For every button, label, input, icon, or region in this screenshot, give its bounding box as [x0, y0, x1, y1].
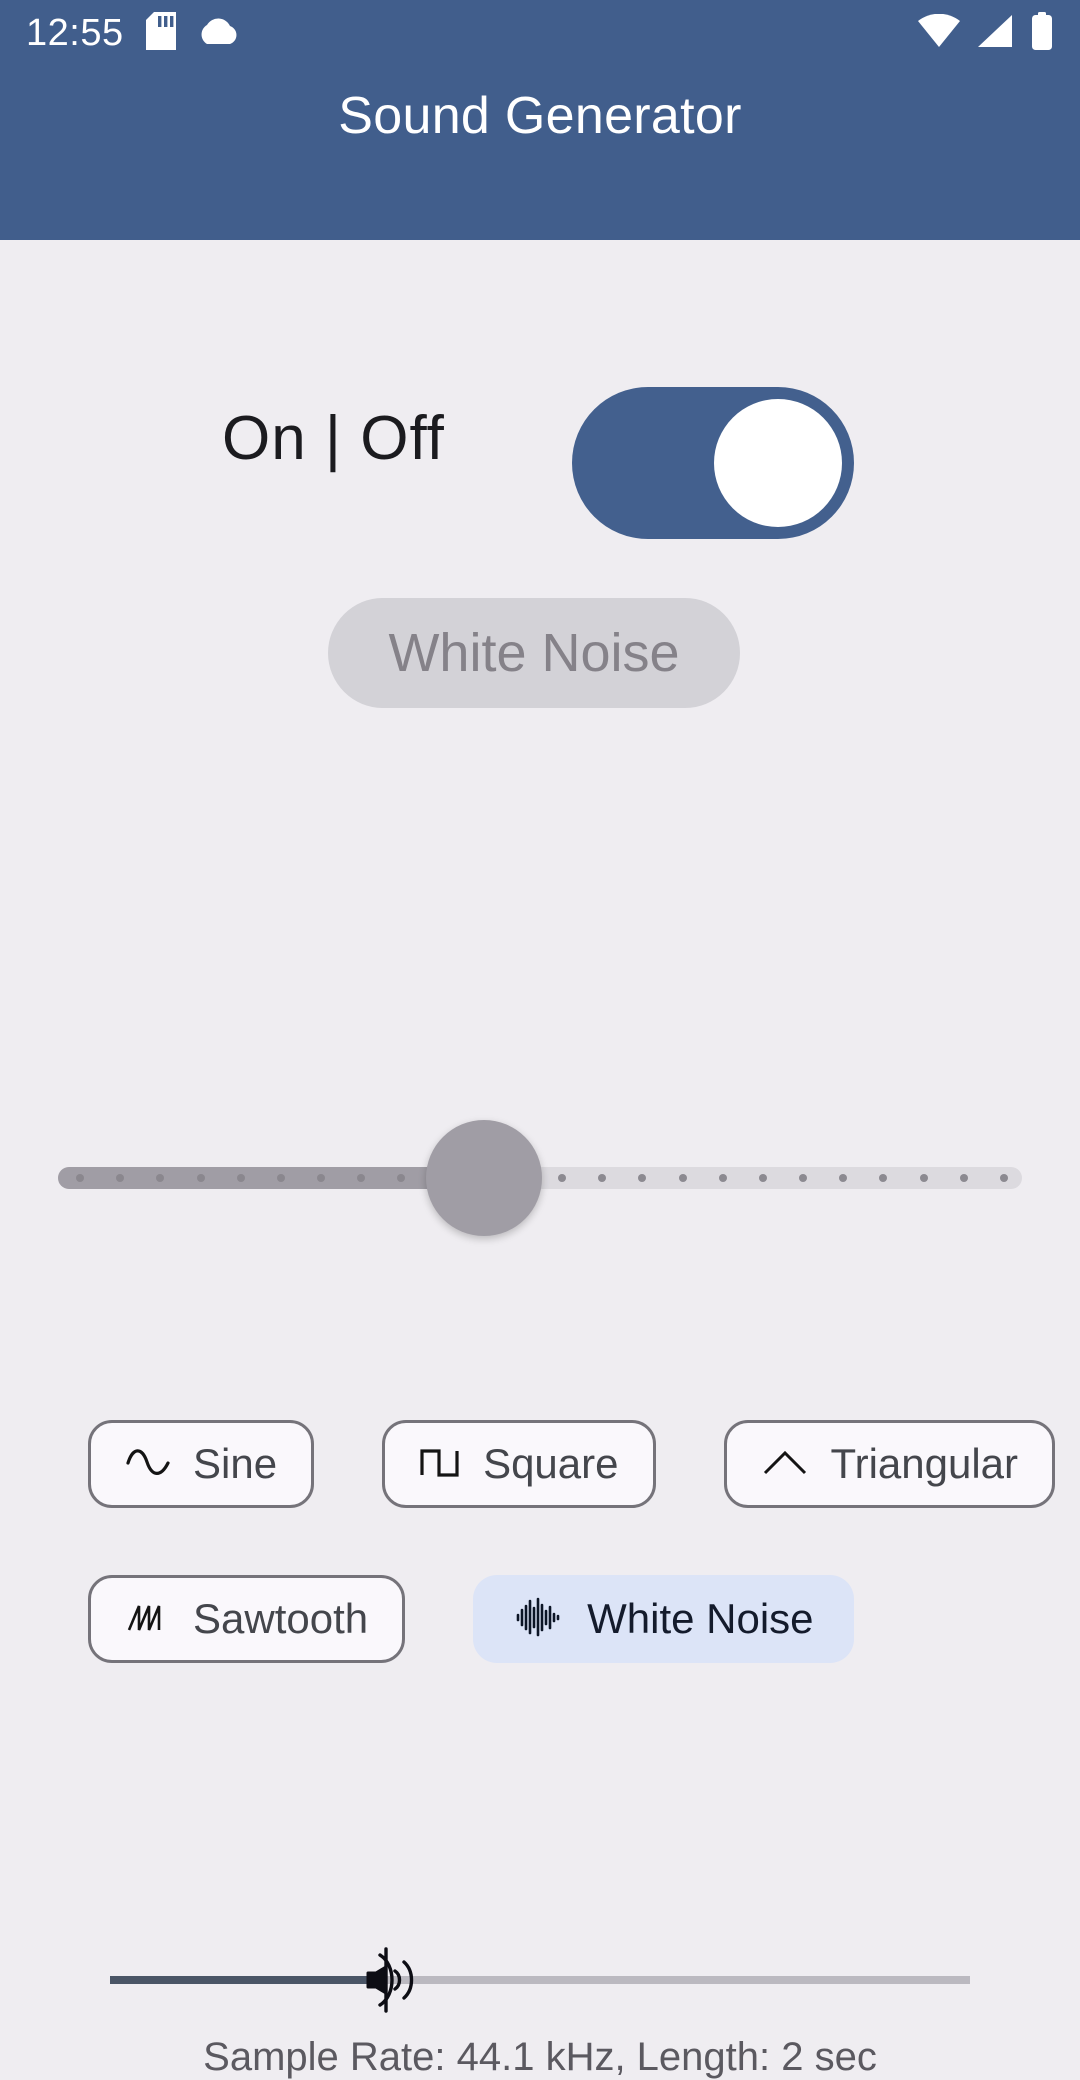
app-bar: 12:55 Sound Generator — [0, 0, 1080, 240]
status-bar-clock: 12:55 — [26, 11, 124, 54]
frequency-slider-tick — [718, 1174, 727, 1182]
waveform-button-square[interactable]: Square — [382, 1420, 656, 1508]
frequency-slider-tick — [558, 1174, 567, 1182]
frequency-slider-tick — [276, 1174, 285, 1182]
waveform-button-square-label: Square — [483, 1440, 619, 1487]
frequency-slider-tick — [638, 1174, 647, 1182]
waveform-button-sine-label: Sine — [193, 1440, 278, 1487]
frequency-slider-tick — [397, 1174, 406, 1182]
frequency-slider-tick — [156, 1174, 165, 1182]
waveform-row-1: Sine Square Triangular — [88, 1420, 1056, 1508]
cellular-signal-icon — [976, 14, 1014, 53]
frequency-slider-tick — [76, 1174, 84, 1182]
frequency-slider-tick — [799, 1174, 808, 1182]
frequency-slider-tick — [879, 1174, 888, 1182]
frequency-slider[interactable] — [58, 1120, 1022, 1236]
noise-wave-icon — [513, 1597, 565, 1642]
waveform-button-sawtooth[interactable]: Sawtooth — [88, 1575, 406, 1663]
waveform-row-2: Sawtooth White Noise — [88, 1575, 854, 1663]
sine-wave-icon — [125, 1445, 171, 1484]
frequency-slider-thumb[interactable] — [426, 1120, 542, 1236]
status-bar-right-icons — [918, 11, 1054, 55]
frequency-slider-tick — [196, 1174, 205, 1182]
frequency-slider-tick — [678, 1174, 687, 1182]
waveform-button-triangular[interactable]: Triangular — [723, 1420, 1056, 1508]
triangle-wave-icon — [761, 1445, 809, 1484]
frequency-slider-tick — [758, 1174, 767, 1182]
waveform-button-sine[interactable]: Sine — [88, 1420, 315, 1508]
mode-chip-label: White Noise — [388, 623, 680, 683]
power-toggle-switch[interactable] — [572, 387, 854, 539]
battery-icon — [1030, 11, 1054, 55]
waveform-button-white-noise[interactable]: White Noise — [473, 1575, 854, 1663]
speaker-volume-icon[interactable] — [356, 1943, 430, 2017]
status-bar-left-icons — [145, 11, 240, 55]
waveform-button-sawtooth-label: Sawtooth — [193, 1595, 369, 1642]
volume-slider-fill — [110, 1976, 382, 1984]
frequency-slider-tick — [116, 1174, 125, 1182]
main-content: On | Off White Noise Sine Square Triangu… — [0, 240, 1080, 2079]
wifi-icon — [918, 13, 960, 53]
waveform-button-white-noise-label: White Noise — [587, 1595, 814, 1642]
power-row: On | Off — [0, 365, 1080, 545]
frequency-slider-tick — [317, 1174, 326, 1182]
frequency-slider-tick — [357, 1174, 366, 1182]
frequency-slider-tick — [959, 1174, 968, 1182]
frequency-slider-tick — [919, 1174, 928, 1182]
frequency-slider-tick — [236, 1174, 245, 1182]
volume-slider[interactable] — [110, 1925, 970, 2035]
frequency-slider-tick — [1000, 1174, 1008, 1182]
cloud-icon — [196, 16, 240, 51]
sd-card-icon — [145, 11, 176, 55]
sawtooth-wave-icon — [125, 1600, 171, 1639]
page-title: Sound Generator — [338, 87, 742, 145]
frequency-slider-tick — [598, 1174, 607, 1182]
square-wave-icon — [419, 1445, 461, 1484]
status-bar: 12:55 — [0, 0, 1080, 66]
frequency-slider-tick — [839, 1174, 848, 1182]
waveform-button-triangular-label: Triangular — [830, 1440, 1019, 1487]
power-toggle-knob — [714, 399, 842, 527]
sample-info-text: Sample Rate: 44.1 kHz, Length: 2 sec — [203, 2035, 877, 2079]
power-label: On | Off — [222, 404, 445, 473]
mode-chip: White Noise — [328, 598, 740, 708]
